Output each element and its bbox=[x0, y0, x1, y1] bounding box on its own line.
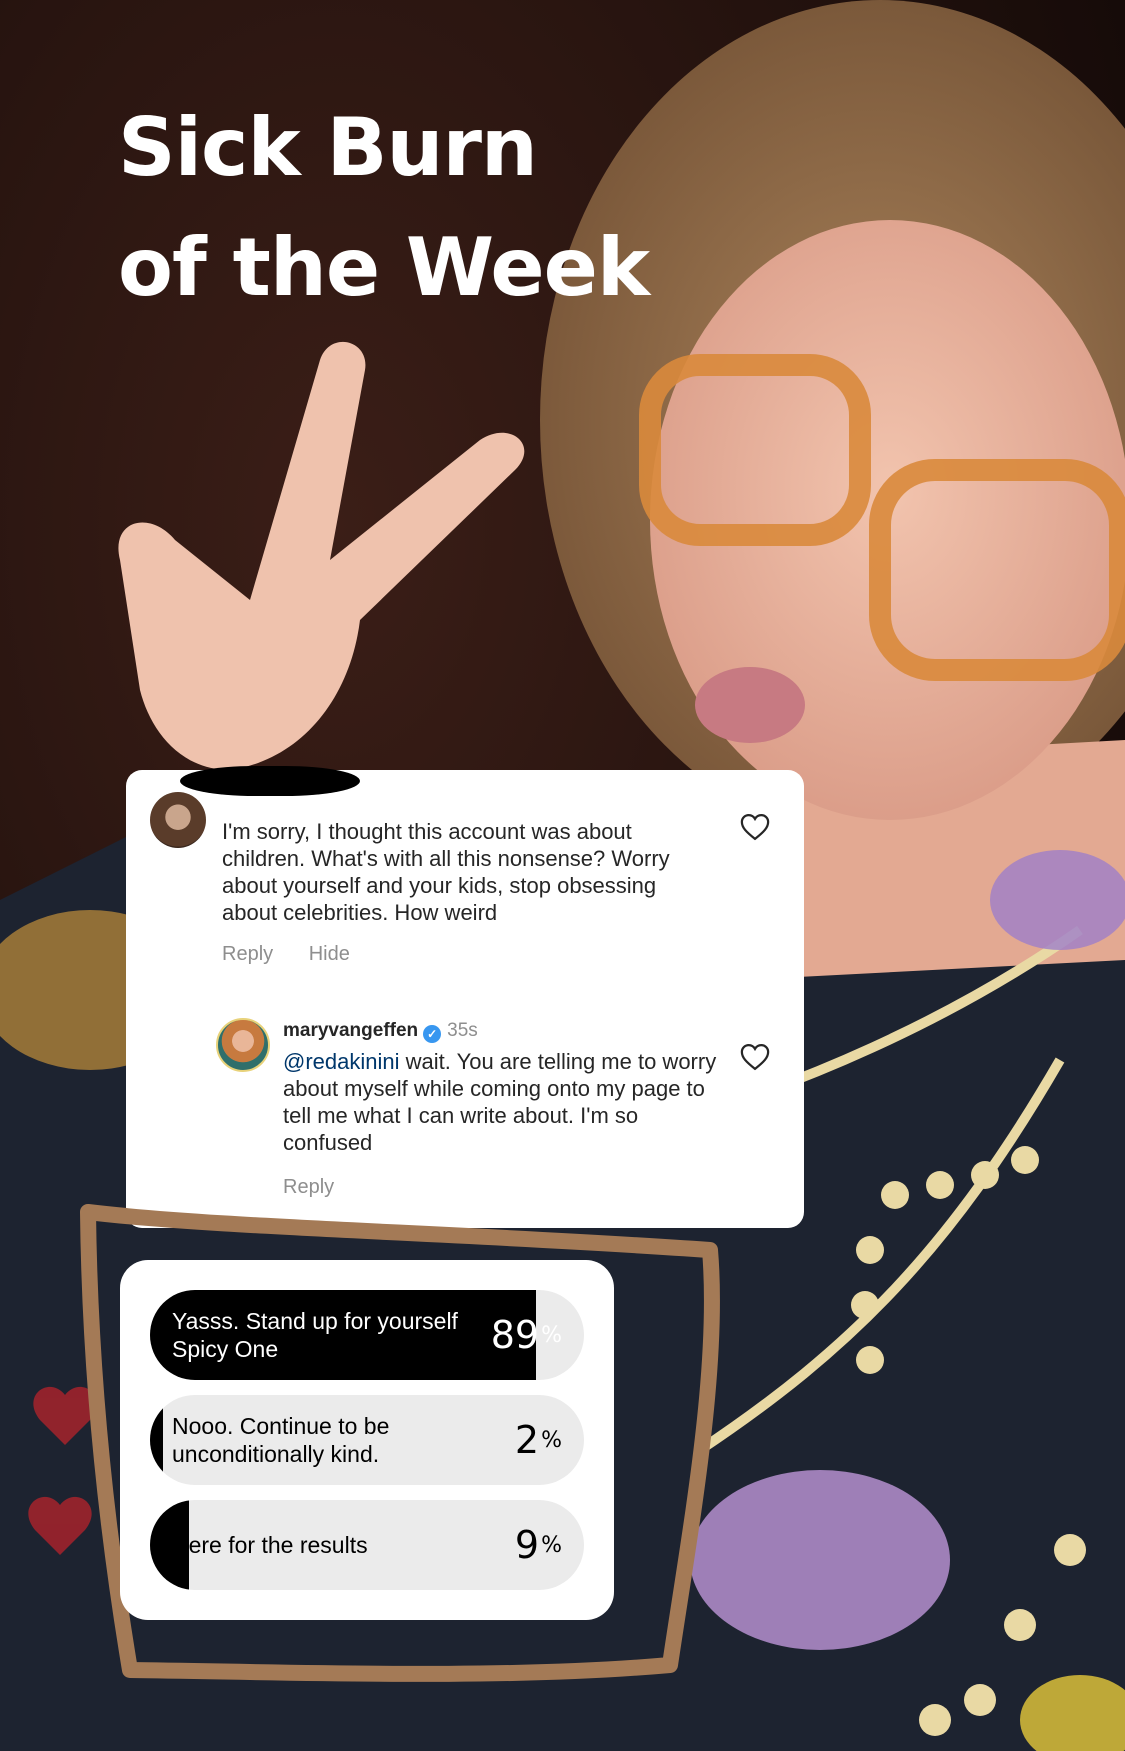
comment-reply-button[interactable]: Reply bbox=[222, 943, 273, 965]
poll-option-1-percent: 89% bbox=[490, 1313, 562, 1357]
story-canvas: Sick Burn of the Week I'm sorry, I thoug… bbox=[0, 0, 1125, 1751]
poll-option-3-percent: 9% bbox=[514, 1523, 562, 1567]
reply-mention-link[interactable]: @redakinini bbox=[283, 1049, 400, 1074]
comment-actions: Reply Hide bbox=[222, 943, 350, 966]
headline-line-1: Sick Burn bbox=[118, 101, 538, 194]
heart-outline-icon[interactable] bbox=[740, 813, 770, 841]
comment-hide-button[interactable]: Hide bbox=[309, 943, 350, 965]
poll-option-2-fill bbox=[150, 1395, 164, 1485]
poll-option-3[interactable]: Here for the results 9% bbox=[150, 1500, 584, 1590]
poll-option-2[interactable]: Nooo. Continue to be unconditionally kin… bbox=[150, 1395, 584, 1485]
verified-badge-icon: ✓ bbox=[423, 1025, 442, 1043]
poll-option-3-label: Here for the results bbox=[172, 1532, 368, 1558]
reply-timestamp: 35s bbox=[447, 1020, 478, 1041]
poll-option-2-label: Nooo. Continue to be unconditionally kin… bbox=[172, 1413, 390, 1467]
reply-text: @redakinini wait. You are telling me to … bbox=[283, 1048, 723, 1156]
heart-outline-icon[interactable] bbox=[740, 1043, 770, 1071]
reply-author[interactable]: maryvangeffen ✓ 35s bbox=[283, 1020, 478, 1043]
comment-text: I'm sorry, I thought this account was ab… bbox=[222, 819, 670, 925]
headline-line-2: of the Week bbox=[118, 221, 650, 314]
redacted-username bbox=[180, 766, 360, 796]
reply-reply-button[interactable]: Reply bbox=[283, 1176, 334, 1198]
reply-username[interactable]: maryvangeffen bbox=[283, 1020, 418, 1041]
poll-option-1[interactable]: Yasss. Stand up for yourself Spicy One 8… bbox=[150, 1290, 584, 1380]
poll-option-2-percent: 2% bbox=[514, 1418, 562, 1462]
commenter-avatar[interactable] bbox=[150, 792, 206, 848]
reply-actions: Reply bbox=[283, 1176, 334, 1199]
poll-option-1-label: Yasss. Stand up for yourself Spicy One bbox=[172, 1308, 458, 1362]
reply-author-avatar[interactable] bbox=[216, 1018, 270, 1072]
story-headline: Sick Burn of the Week bbox=[118, 88, 650, 328]
